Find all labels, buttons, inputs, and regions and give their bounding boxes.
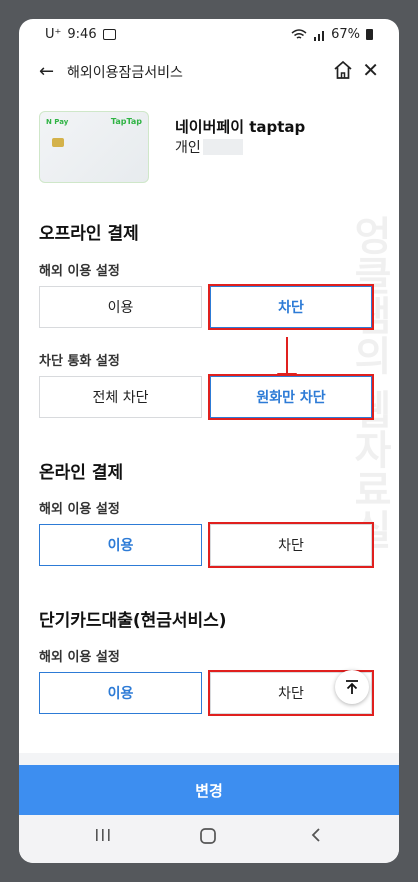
cash-use-button[interactable]: 이용 <box>39 672 202 714</box>
card-name: 네이버페이 taptap <box>175 118 306 136</box>
gallery-icon <box>102 29 116 40</box>
taptap-logo: TapTap <box>110 117 142 126</box>
home-nav-icon[interactable] <box>199 827 217 845</box>
offline-section-title: 오프라인 결제 <box>39 224 139 244</box>
time: 9:46 <box>67 27 97 42</box>
system-nav-bar <box>19 815 399 863</box>
card-info: N Pay TapTap 네이버페이 taptap 개인 <box>39 111 379 183</box>
change-button[interactable]: 변경 <box>19 765 399 815</box>
back-nav-icon[interactable] <box>309 827 323 843</box>
online-section-title: 온라인 결제 <box>39 463 124 483</box>
npay-logo: N Pay <box>46 118 69 126</box>
status-bar: U⁺ 9:46 67% <box>19 19 399 51</box>
battery-icon <box>366 29 373 40</box>
cash-section-title: 단기카드대출(현금서비스) <box>39 611 227 631</box>
cash-overseas-label: 해외 이용 설정 <box>39 650 120 665</box>
offline-currency-label: 차단 통화 설정 <box>39 354 120 369</box>
phone-screen: U⁺ 9:46 67% ← 해외이용잠금서비스 ✕ N Pay TapTap 네… <box>19 19 399 863</box>
wifi-icon <box>291 28 307 39</box>
masked-info <box>202 139 243 155</box>
card-owner: 개인 <box>175 137 243 157</box>
recent-apps-icon[interactable] <box>94 827 112 843</box>
card-image: N Pay TapTap <box>39 111 149 183</box>
card-chip <box>52 138 64 147</box>
arrow-up-icon <box>346 680 358 694</box>
owner-label: 개인 <box>175 140 201 156</box>
page-title: 해외이용잠금서비스 <box>67 65 183 81</box>
battery-percent: 67% <box>331 27 360 42</box>
all-block-button[interactable]: 전체 차단 <box>39 376 202 418</box>
back-arrow-icon[interactable]: ← <box>39 61 54 82</box>
signal-icon <box>314 30 325 41</box>
offline-block-button[interactable]: 차단 <box>208 284 374 330</box>
online-use-button[interactable]: 이용 <box>39 524 202 566</box>
online-block-button[interactable]: 차단 <box>208 522 374 568</box>
close-icon[interactable]: ✕ <box>362 58 379 82</box>
offline-overseas-label: 해외 이용 설정 <box>39 264 120 279</box>
app-header: ← 해외이용잠금서비스 ✕ <box>19 53 399 89</box>
carrier: U⁺ <box>45 27 62 42</box>
offline-use-button[interactable]: 이용 <box>39 286 202 328</box>
divider-band <box>19 753 399 765</box>
scroll-to-top-button[interactable] <box>335 670 369 704</box>
home-icon[interactable] <box>333 60 353 80</box>
online-overseas-label: 해외 이용 설정 <box>39 502 120 517</box>
krw-only-block-button[interactable]: 원화만 차단 <box>208 374 374 420</box>
